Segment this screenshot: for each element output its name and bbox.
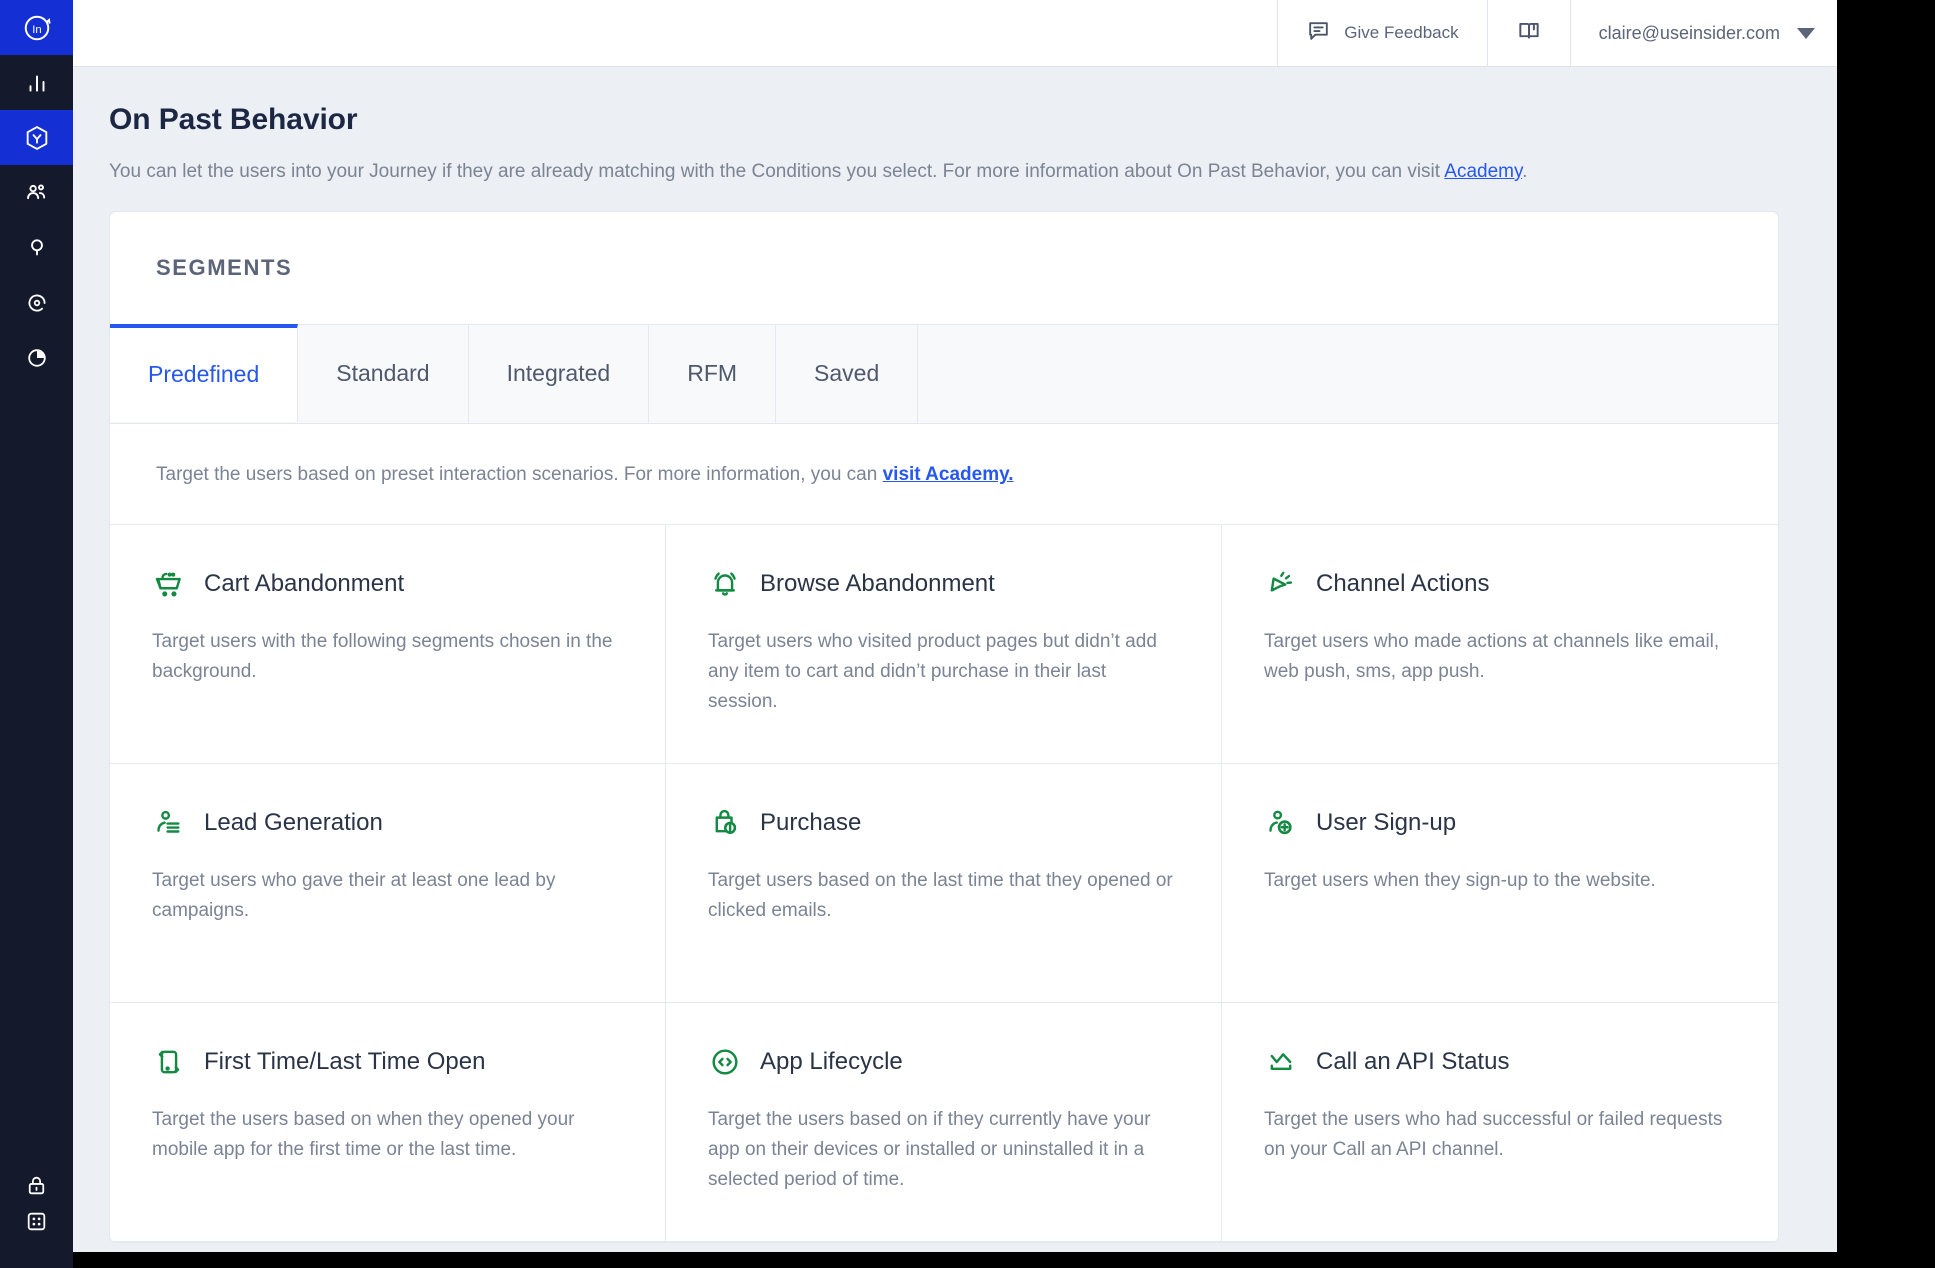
card-title: App Lifecycle bbox=[760, 1048, 903, 1076]
card-call-api-status[interactable]: Call an API Status Target the users who … bbox=[1222, 1003, 1778, 1242]
card-description: Target the users based on if they curren… bbox=[708, 1105, 1178, 1195]
card-description: Target users when they sign-up to the we… bbox=[1264, 866, 1734, 896]
segments-panel: SEGMENTS Predefined Standard Integrated … bbox=[109, 211, 1779, 1243]
tab-predefined[interactable]: Predefined bbox=[110, 324, 298, 422]
card-cart-abandonment[interactable]: Cart Abandonment Target users with the f… bbox=[110, 525, 666, 764]
card-description: Target users with the following segments… bbox=[152, 627, 622, 687]
card-header: Channel Actions bbox=[1264, 567, 1744, 601]
bell-ringing-icon bbox=[708, 567, 742, 601]
main-area: Give Feedback claire@useinsider.com bbox=[73, 0, 1837, 1252]
tab-integrated-label: Integrated bbox=[507, 360, 611, 387]
card-header: Purchase bbox=[708, 806, 1187, 840]
chevron-down-icon bbox=[1797, 28, 1815, 39]
card-header: User Sign-up bbox=[1264, 806, 1744, 840]
card-title: Call an API Status bbox=[1316, 1048, 1509, 1076]
card-header: First Time/Last Time Open bbox=[152, 1045, 631, 1079]
feedback-message-icon bbox=[1306, 18, 1331, 48]
card-header: App Lifecycle bbox=[708, 1045, 1187, 1079]
user-email-label: claire@useinsider.com bbox=[1599, 23, 1780, 44]
user-account-menu[interactable]: claire@useinsider.com bbox=[1571, 0, 1837, 67]
insider-logo[interactable]: In bbox=[0, 0, 73, 55]
segments-tabs: Predefined Standard Integrated RFM Saved bbox=[110, 324, 1778, 424]
mobile-refresh-icon bbox=[152, 1045, 186, 1079]
app-root: In bbox=[0, 0, 1935, 1268]
tab-predefined-label: Predefined bbox=[148, 361, 259, 388]
page-content: On Past Behavior You can let the users i… bbox=[73, 67, 1837, 1243]
card-purchase[interactable]: Purchase Target users based on the last … bbox=[666, 764, 1222, 1003]
shopping-cart-icon bbox=[152, 567, 186, 601]
card-user-signup[interactable]: User Sign-up Target users when they sign… bbox=[1222, 764, 1778, 1003]
tab-rfm[interactable]: RFM bbox=[649, 325, 776, 423]
tab-standard[interactable]: Standard bbox=[298, 325, 468, 423]
card-title: Lead Generation bbox=[204, 809, 383, 837]
segments-heading: SEGMENTS bbox=[156, 255, 292, 281]
card-header: Browse Abandonment bbox=[708, 567, 1187, 601]
sidebar-item-security[interactable] bbox=[0, 1158, 73, 1213]
page-description: You can let the users into your Journey … bbox=[109, 159, 1779, 185]
card-browse-abandonment[interactable]: Browse Abandonment Target users who visi… bbox=[666, 525, 1222, 764]
page-description-suffix: . bbox=[1522, 161, 1527, 182]
card-description: Target users based on the last time that… bbox=[708, 866, 1178, 926]
shopping-bag-icon bbox=[708, 806, 742, 840]
documentation-button[interactable] bbox=[1488, 0, 1570, 67]
card-app-lifecycle[interactable]: App Lifecycle Target the users based on … bbox=[666, 1003, 1222, 1242]
segment-card-grid: Cart Abandonment Target users with the f… bbox=[110, 524, 1778, 1242]
tab-integrated[interactable]: Integrated bbox=[469, 325, 650, 423]
page-description-text: You can let the users into your Journey … bbox=[109, 161, 1444, 182]
visit-academy-link[interactable]: visit Academy. bbox=[883, 464, 1014, 485]
card-header: Lead Generation bbox=[152, 806, 631, 840]
tab-description: Target the users based on preset interac… bbox=[110, 424, 1778, 524]
tab-saved[interactable]: Saved bbox=[776, 325, 918, 423]
sidebar-item-audience[interactable] bbox=[0, 165, 73, 220]
cursor-click-icon bbox=[1264, 567, 1298, 601]
give-feedback-label: Give Feedback bbox=[1344, 23, 1458, 43]
code-circle-icon bbox=[708, 1045, 742, 1079]
academy-link[interactable]: Academy bbox=[1444, 161, 1522, 182]
card-title: User Sign-up bbox=[1316, 809, 1456, 837]
page-title: On Past Behavior bbox=[109, 103, 1779, 137]
top-bar: Give Feedback claire@useinsider.com bbox=[73, 0, 1837, 67]
tab-description-text: Target the users based on preset interac… bbox=[156, 464, 883, 485]
card-title: Cart Abandonment bbox=[204, 570, 404, 598]
segments-panel-header: SEGMENTS bbox=[110, 212, 1778, 324]
give-feedback-button[interactable]: Give Feedback bbox=[1278, 0, 1486, 67]
card-title: First Time/Last Time Open bbox=[204, 1048, 485, 1076]
card-header: Cart Abandonment bbox=[152, 567, 631, 601]
card-description: Target users who visited product pages b… bbox=[708, 627, 1178, 717]
card-description: Target users who gave their at least one… bbox=[152, 866, 622, 926]
sidebar-item-smart-recommender[interactable] bbox=[0, 275, 73, 330]
card-title: Purchase bbox=[760, 809, 861, 837]
primary-sidebar: In bbox=[0, 0, 73, 1268]
card-channel-actions[interactable]: Channel Actions Target users who made ac… bbox=[1222, 525, 1778, 764]
card-title: Browse Abandonment bbox=[760, 570, 995, 598]
tab-standard-label: Standard bbox=[336, 360, 429, 387]
person-add-icon bbox=[1264, 806, 1298, 840]
person-list-icon bbox=[152, 806, 186, 840]
card-header: Call an API Status bbox=[1264, 1045, 1744, 1079]
trend-chart-icon bbox=[1264, 1045, 1298, 1079]
card-lead-generation[interactable]: Lead Generation Target users who gave th… bbox=[110, 764, 666, 1003]
sidebar-item-apps[interactable] bbox=[0, 1213, 73, 1268]
sidebar-item-reports[interactable] bbox=[0, 330, 73, 385]
tab-rfm-label: RFM bbox=[687, 360, 737, 387]
card-description: Target the users based on when they open… bbox=[152, 1105, 622, 1165]
book-icon bbox=[1516, 18, 1542, 49]
card-first-last-time-open[interactable]: First Time/Last Time Open Target the use… bbox=[110, 1003, 666, 1242]
sidebar-item-architect[interactable] bbox=[0, 110, 73, 165]
card-title: Channel Actions bbox=[1316, 570, 1489, 598]
sidebar-item-insights[interactable] bbox=[0, 220, 73, 275]
tabs-filler bbox=[918, 325, 1778, 423]
card-description: Target users who made actions at channel… bbox=[1264, 627, 1734, 687]
tab-saved-label: Saved bbox=[814, 360, 879, 387]
sidebar-item-analytics[interactable] bbox=[0, 55, 73, 110]
svg-text:In: In bbox=[32, 24, 41, 36]
card-description: Target the users who had successful or f… bbox=[1264, 1105, 1734, 1165]
